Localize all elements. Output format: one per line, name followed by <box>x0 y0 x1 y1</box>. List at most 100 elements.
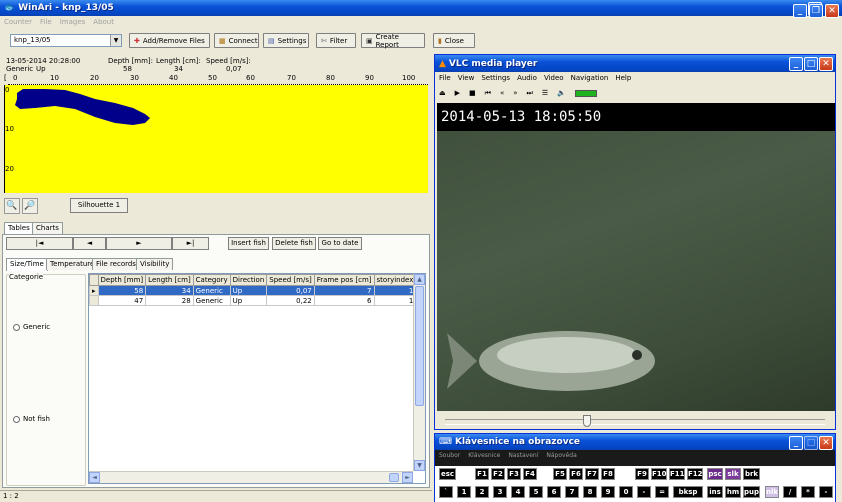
key-f1[interactable]: F1 <box>475 468 489 480</box>
video-frame[interactable]: 2014-05-13 18:05:50 <box>437 103 835 411</box>
key-2[interactable]: 2 <box>475 486 489 498</box>
cell-length[interactable]: 34 <box>145 285 194 296</box>
zoom-in-button[interactable]: 🔎 <box>22 198 38 214</box>
skip-forward-icon[interactable]: ⏭ <box>527 89 533 98</box>
vlc-menu-file[interactable]: File <box>439 74 451 84</box>
stop-icon[interactable]: ■ <box>469 89 476 97</box>
cell-storyindex[interactable]: 1 <box>373 295 417 306</box>
col-header[interactable]: Frame pos [cm] <box>313 274 375 286</box>
connect-button[interactable]: ▦ Connect <box>214 33 259 48</box>
prev-record-button[interactable]: ◄ <box>73 237 106 250</box>
radio-circle[interactable] <box>13 323 20 331</box>
vlc-menu-navigation[interactable]: Navigation <box>571 74 609 84</box>
col-header[interactable]: storyindex <box>373 274 417 286</box>
keyboard-maximize-button[interactable]: □ <box>804 436 818 450</box>
add-remove-files-button[interactable]: ✚ Add/Remove Files <box>129 33 210 48</box>
key-f2[interactable]: F2 <box>491 468 505 480</box>
seek-bar[interactable] <box>445 415 825 427</box>
last-record-button[interactable]: ►| <box>172 237 209 250</box>
key-1[interactable]: 1 <box>457 486 471 498</box>
cell-speed[interactable]: 0,22 <box>266 295 315 306</box>
key-f3[interactable]: F3 <box>507 468 521 480</box>
key-slk[interactable]: slk <box>725 468 741 480</box>
col-header[interactable]: Depth [mm] <box>97 274 147 286</box>
key-f5[interactable]: F5 <box>553 468 567 480</box>
menu-counter[interactable]: Counter <box>4 18 32 26</box>
key-6[interactable]: 6 <box>547 486 561 498</box>
key-nlk[interactable]: nlk <box>765 486 779 498</box>
chevron-down-icon[interactable]: ▼ <box>110 35 121 46</box>
kb-menu-klavesnice[interactable]: Klávesnice <box>468 452 500 462</box>
menu-images[interactable]: Images <box>60 18 86 26</box>
key-backspace[interactable]: bksp <box>673 486 703 498</box>
playlist-icon[interactable]: ☰ <box>542 89 548 97</box>
tab-temperature[interactable]: Temperature <box>46 258 99 270</box>
fast-forward-icon[interactable]: » <box>513 89 517 97</box>
vlc-title-bar[interactable]: ▲ VLC media player _ □ ✕ <box>435 55 835 72</box>
key-hm[interactable]: hm <box>725 486 741 498</box>
skip-back-icon[interactable]: ⏮ <box>485 89 491 98</box>
radio-generic[interactable]: Generic <box>13 323 50 331</box>
close-button[interactable]: ▮ Close <box>433 33 475 48</box>
key-f11[interactable]: F11 <box>669 468 685 480</box>
play-icon[interactable]: ▶ <box>455 89 460 97</box>
keyboard-close-button[interactable]: ✕ <box>819 436 833 450</box>
key-4[interactable]: 4 <box>511 486 525 498</box>
menu-about[interactable]: About <box>93 18 114 26</box>
key-ins[interactable]: ins <box>707 486 723 498</box>
key-brk[interactable]: brk <box>743 468 760 480</box>
vlc-close-button[interactable]: ✕ <box>819 57 833 71</box>
key-5[interactable]: 5 <box>529 486 543 498</box>
winari-title-bar[interactable]: 🐟 WinAri - knp_13/05 _ <box>0 0 842 16</box>
grid-vertical-scrollbar[interactable]: ▲ ▼ <box>413 274 425 471</box>
cell-depth[interactable]: 47 <box>97 295 147 306</box>
vlc-maximize-button[interactable]: □ <box>804 57 818 71</box>
key-3[interactable]: 3 <box>493 486 507 498</box>
radio-circle[interactable] <box>13 415 20 423</box>
key-f12[interactable]: F12 <box>687 468 703 480</box>
cell-direction[interactable]: Up <box>229 295 268 306</box>
vlc-menu-view[interactable]: View <box>458 74 475 84</box>
col-header[interactable]: Speed [m/s] <box>266 274 315 286</box>
rewind-icon[interactable]: « <box>500 89 504 97</box>
tab-charts[interactable]: Charts <box>32 222 63 234</box>
table-row[interactable]: 47 28 Generic Up 0,22 6 1 <box>89 295 417 306</box>
key-7[interactable]: 7 <box>565 486 579 498</box>
radio-not-fish[interactable]: Not fish <box>13 415 50 423</box>
seek-thumb[interactable] <box>583 415 591 427</box>
cell-direction[interactable]: Up <box>229 285 268 296</box>
kb-menu-nastaveni[interactable]: Nastavení <box>508 452 538 462</box>
tab-file-records[interactable]: File records <box>92 258 140 270</box>
scroll-right-icon[interactable]: ► <box>402 472 413 483</box>
delete-fish-button[interactable]: Delete fish <box>272 237 316 250</box>
cell-frame-pos[interactable]: 7 <box>313 285 375 296</box>
cell-depth[interactable]: 58 <box>97 285 147 296</box>
silhouette-plot[interactable]: 0 10 20 <box>4 85 428 193</box>
volume-bar[interactable] <box>574 89 597 97</box>
cell-storyindex[interactable]: 1 <box>373 285 417 296</box>
filter-button[interactable]: ✄ Filter <box>316 33 356 48</box>
key-0[interactable]: 0 <box>619 486 633 498</box>
cell-category[interactable]: Generic <box>192 285 231 296</box>
go-to-date-button[interactable]: Go to date <box>318 237 362 250</box>
grid-horizontal-scrollbar[interactable]: ◄ ► <box>89 471 413 483</box>
insert-fish-button[interactable]: Insert fish <box>228 237 269 250</box>
key-equals[interactable]: = <box>655 486 669 498</box>
kb-menu-soubor[interactable]: Soubor <box>439 452 460 462</box>
key-f7[interactable]: F7 <box>585 468 599 480</box>
scroll-left-icon[interactable]: ◄ <box>89 472 100 483</box>
scroll-down-icon[interactable]: ▼ <box>414 460 425 471</box>
key-f10[interactable]: F10 <box>651 468 667 480</box>
key-9[interactable]: 9 <box>601 486 615 498</box>
file-select[interactable]: knp_13/05 ▼ <box>10 34 122 47</box>
create-report-button[interactable]: ▣ Create Report <box>361 33 425 49</box>
cell-frame-pos[interactable]: 6 <box>313 295 375 306</box>
cell-speed[interactable]: 0,07 <box>266 285 315 296</box>
volume-icon[interactable]: 🔈 <box>557 89 566 97</box>
zoom-out-button[interactable]: 🔍 <box>4 198 20 214</box>
key-asterisk[interactable]: * <box>801 486 815 498</box>
key-f8[interactable]: F8 <box>601 468 615 480</box>
col-header[interactable]: Category <box>192 274 231 286</box>
cell-category[interactable]: Generic <box>192 295 231 306</box>
cell-length[interactable]: 28 <box>145 295 194 306</box>
